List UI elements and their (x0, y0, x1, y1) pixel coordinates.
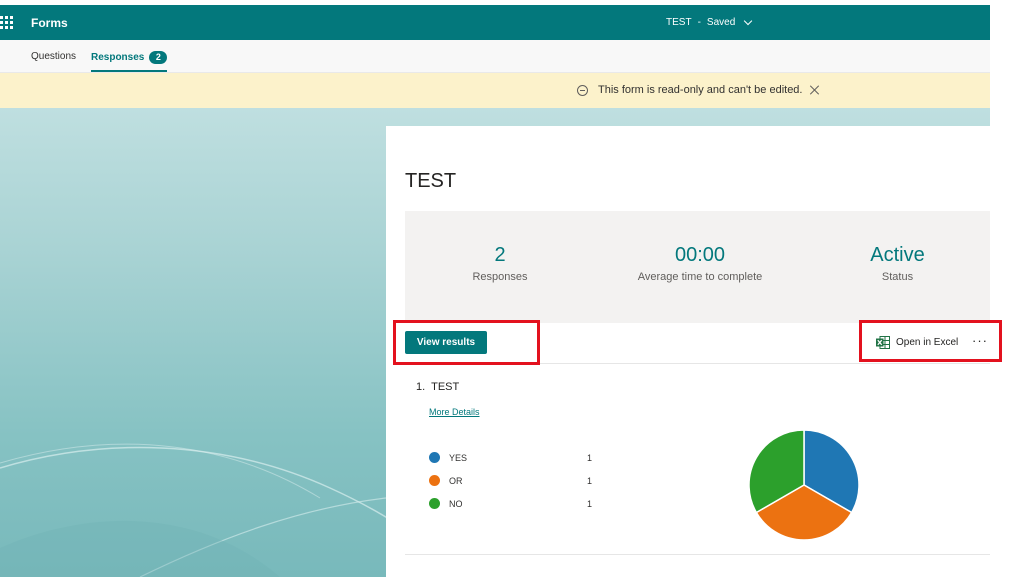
stat-label: Responses (472, 271, 528, 283)
divider (405, 554, 990, 555)
legend-dot (429, 452, 440, 463)
legend-label: NO (449, 499, 463, 509)
chevron-down-icon[interactable] (744, 16, 753, 26)
close-icon[interactable] (810, 85, 820, 95)
tab-responses[interactable]: Responses 2 (91, 51, 168, 72)
title-separator: - (697, 17, 701, 28)
stat-value: 2 (494, 244, 506, 266)
legend-item: YES 1 (429, 452, 599, 475)
legend-item: NO 1 (429, 498, 599, 521)
banner-text: This form is read-only and can't be edit… (598, 84, 803, 96)
summary-stats: 2 Responses 00:00 Average time to comple… (405, 211, 990, 323)
question-text: TEST (431, 381, 460, 393)
question-number: 1. (416, 381, 426, 393)
more-details-link[interactable]: More Details (429, 407, 480, 417)
legend-label: OR (449, 476, 463, 486)
stat-average-time: 00:00 Average time to complete (625, 244, 775, 283)
stat-status: Active Status (845, 244, 950, 283)
app-name[interactable]: Forms (31, 16, 68, 30)
tab-bar: Questions Responses 2 (0, 40, 990, 73)
stat-label: Average time to complete (637, 271, 763, 283)
tab-responses-label: Responses (91, 52, 145, 63)
top-bar: Forms TEST - Saved (0, 5, 990, 40)
app-launcher-icon[interactable] (0, 16, 13, 29)
document-title[interactable]: TEST - Saved (666, 16, 753, 28)
legend-label: YES (449, 453, 468, 463)
legend-count: 1 (587, 499, 593, 509)
stat-responses: 2 Responses (455, 244, 545, 283)
legend-item: OR 1 (429, 475, 599, 498)
legend-dot (429, 475, 440, 486)
legend-dot (429, 498, 440, 509)
save-status: Saved (706, 17, 736, 28)
stat-value: Active (870, 244, 925, 266)
stat-label: Status (881, 271, 914, 283)
form-title: TEST (405, 170, 457, 192)
question-title: 1. TEST (416, 381, 459, 393)
highlight-view-results (393, 320, 540, 365)
results-pie-chart (748, 429, 860, 541)
highlight-open-in-excel (859, 320, 1002, 362)
results-legend: YES 1 OR 1 NO 1 (429, 452, 599, 521)
blocked-icon (577, 84, 588, 96)
legend-count: 1 (587, 453, 593, 463)
responses-count-badge: 2 (149, 51, 168, 64)
document-title-text: TEST (666, 17, 692, 28)
stat-value: 00:00 (674, 244, 726, 266)
read-only-banner: This form is read-only and can't be edit… (0, 73, 990, 108)
legend-count: 1 (587, 476, 593, 486)
tab-questions[interactable]: Questions (31, 51, 76, 62)
